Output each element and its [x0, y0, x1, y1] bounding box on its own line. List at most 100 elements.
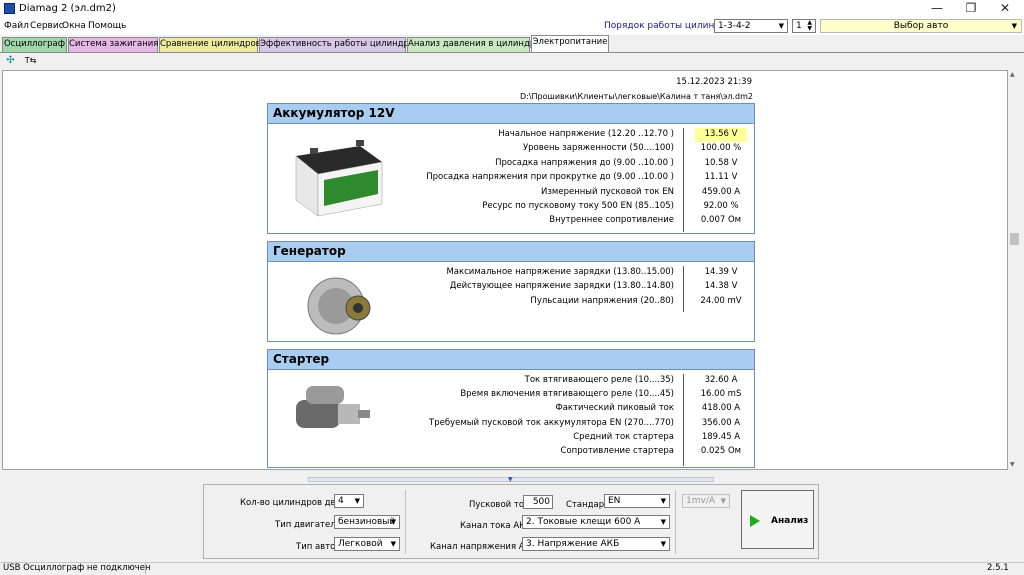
splitter-arrow-icon[interactable]: ▼	[508, 476, 513, 483]
battery-row-value: 0.007 Ом	[700, 215, 742, 226]
battery-row-value: 11.11 V	[704, 172, 738, 183]
menu-service[interactable]: Сервис	[30, 21, 64, 31]
tab-cylinder-efficiency[interactable]: Эффективность работы цилиндров	[259, 37, 419, 52]
tab-cylinder-compare[interactable]: Сравнение цилиндров	[159, 37, 261, 52]
menu-file[interactable]: Файл	[4, 21, 29, 31]
battery-title: Аккумулятор 12V	[268, 104, 754, 124]
battery-row-value: 100.00 %	[700, 143, 742, 154]
menu-help[interactable]: Помощь	[88, 21, 126, 31]
chevron-down-icon: ▼	[778, 22, 784, 30]
panel-divider	[405, 490, 406, 554]
chevron-down-icon: ▼	[390, 518, 396, 526]
connect-icon[interactable]: ✣	[3, 54, 18, 67]
generator-row-label: Действующее напряжение зарядки (13.80..1…	[449, 281, 674, 292]
tab-power-supply[interactable]: Электропитание	[531, 35, 609, 52]
starter-row-value: 418.00 A	[701, 403, 741, 414]
start-current-input[interactable]: 500	[523, 495, 553, 509]
battery-section: Аккумулятор 12V	[267, 103, 755, 234]
starter-section: Стартер	[267, 349, 755, 468]
chevron-down-icon: ▼	[390, 540, 396, 548]
car-type-label: Тип авто	[296, 542, 336, 552]
starter-row-label: Фактический пиковый ток	[555, 403, 674, 414]
voltage-channel-label: Канал напряжения АКБ	[430, 542, 537, 552]
title-bar	[0, 0, 1024, 18]
minimize-button[interactable]: —	[920, 0, 954, 18]
voltage-channel-select[interactable]: 3. Напряжение АКБ ▼	[522, 537, 670, 551]
chevron-down-icon: ▼	[1011, 22, 1017, 30]
scroll-down-icon[interactable]: ▼	[1010, 461, 1015, 468]
generator-row-value: 24.00 mV	[700, 295, 742, 306]
battery-row-value: 13.56 V	[704, 129, 738, 139]
analyze-label: Анализ	[771, 516, 809, 526]
generator-row-value: 14.39 V	[704, 267, 738, 277]
generator-row-label: Максимальное напряжение зарядки (13.80..…	[446, 267, 674, 277]
select-car-dropdown[interactable]: Выбор авто ▼	[820, 19, 1022, 33]
scroll-up-icon[interactable]: ▲	[1010, 71, 1015, 78]
chevron-down-icon: ▼	[720, 497, 726, 505]
generator-row-value: 14.38 V	[704, 281, 738, 292]
starter-row-label: Ток втягивающего реле (10....35)	[524, 375, 674, 385]
status-divider	[145, 563, 146, 574]
scale-select[interactable]: 1mv/A ▼	[682, 494, 730, 508]
battery-row-value: 10.58 V	[704, 157, 738, 168]
cylinder-count-select[interactable]: 4 ▼	[334, 494, 364, 508]
starter-row-value: 32.60 A	[704, 375, 738, 385]
tab-ignition[interactable]: Система зажигания	[68, 37, 158, 52]
cylinder-number-stepper[interactable]: 1 ▲ ▼	[792, 19, 816, 33]
status-bar	[0, 562, 1024, 575]
car-type-select[interactable]: Легковой ▼	[334, 537, 400, 551]
channel-swap-icon[interactable]: T⇆	[23, 54, 38, 67]
alternator-image	[307, 277, 371, 335]
chevron-down-icon: ▼	[660, 540, 666, 548]
analyze-button[interactable]: Анализ	[741, 490, 814, 549]
engine-type-label: Тип двигателя	[275, 520, 341, 530]
scrollbar-thumb[interactable]	[1010, 233, 1019, 245]
start-current-label: Пусковой ток	[469, 500, 530, 510]
tab-divider	[0, 52, 1024, 53]
app-icon	[4, 3, 15, 14]
generator-title: Генератор	[268, 242, 754, 262]
spin-icon: ▲ ▼	[807, 19, 812, 32]
chevron-down-icon: ▼	[354, 497, 360, 505]
battery-row-label: Измеренный пусковой ток EN	[541, 186, 674, 197]
engine-type-select[interactable]: бензиновый ▼	[334, 515, 400, 529]
starter-row-label: Сопротивление стартера	[560, 446, 674, 456]
battery-row-label: Уровень заряженности (50....100)	[522, 143, 674, 154]
current-channel-select[interactable]: 2. Токовые клещи 600 A ▼	[522, 515, 670, 529]
maximize-button[interactable]: ❐	[954, 0, 988, 18]
standard-select[interactable]: EN ▼	[604, 494, 670, 508]
generator-section: Генератор	[267, 241, 755, 342]
menu-windows[interactable]: Окна	[62, 21, 86, 31]
play-icon	[750, 515, 760, 527]
starter-row-label: Требуемый пусковой ток аккумулятора EN (…	[429, 417, 674, 428]
generator-row-label: Пульсации напряжения (20..80)	[530, 295, 674, 306]
starter-row-value: 356.00 A	[701, 417, 741, 428]
tab-pressure-analysis[interactable]: Анализ давления в цилиндре	[407, 37, 540, 52]
battery-row-label: Просадка напряжения до (9.00 ..10.00 )	[495, 157, 674, 168]
battery-image	[295, 140, 383, 217]
tab-oscilloscope[interactable]: Осциллограф	[2, 37, 67, 52]
report-file-path: D:\Прошивки\Клиенты\легковые\Калина т та…	[519, 92, 753, 101]
report-datetime: 15.12.2023 21:39	[676, 77, 752, 87]
battery-value-divider	[683, 128, 684, 232]
vertical-scrollbar[interactable]	[1008, 70, 1021, 470]
close-button[interactable]: ✕	[988, 0, 1022, 18]
window-title: Diamag 2 (эл.dm2)	[19, 3, 116, 14]
starter-row-label: Время включения втягивающего реле (10...…	[460, 389, 674, 400]
starter-value-divider	[683, 374, 684, 466]
battery-row-value: 92.00 %	[703, 201, 739, 211]
generator-value-divider	[683, 266, 684, 312]
chevron-down-icon: ▼	[660, 518, 666, 526]
starter-row-value: 0.025 Ом	[700, 446, 742, 456]
cylinder-order-select[interactable]: 1-3-4-2 ▼	[714, 19, 788, 33]
chevron-down-icon: ▼	[660, 497, 666, 505]
starter-motor-image	[296, 386, 370, 428]
starter-row-value: 16.00 mS	[700, 389, 742, 400]
starter-row-label: Средний ток стартера	[573, 431, 674, 442]
battery-row-label: Начальное напряжение (12.20 ..12.70 )	[498, 129, 674, 139]
starter-row-value: 189.45 A	[701, 431, 741, 442]
cylinder-count-label: Кол-во цилиндров двиг.	[240, 498, 349, 508]
version-label: 2.5.1	[987, 563, 1009, 573]
panel-divider-2	[675, 490, 676, 554]
starter-title: Стартер	[268, 350, 754, 370]
